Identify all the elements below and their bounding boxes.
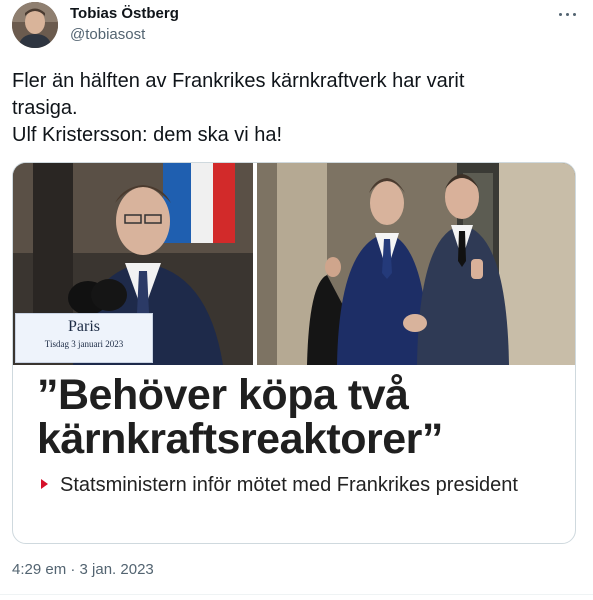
tweet-text: Fler än hälften av Frankrikes kärnkraftv… xyxy=(12,68,572,149)
headline-line: ”Behöver köpa två xyxy=(37,371,409,419)
photo-speaker-at-podium: Paris Tisdag 3 januari 2023 xyxy=(13,163,253,365)
author-display-name[interactable]: Tobias Östberg xyxy=(70,5,179,22)
more-options-button[interactable] xyxy=(552,2,582,26)
more-icon xyxy=(558,12,562,16)
tweet-timestamp[interactable]: 4:29 em · 3 jan. 2023 xyxy=(12,561,154,578)
card-headline: ”Behöver köpa två kärnkraftsreaktorer” xyxy=(37,373,567,461)
card-subline: Statsministern inför mötet med Frankrike… xyxy=(37,472,537,499)
podium-sign: Paris Tisdag 3 januari 2023 xyxy=(15,313,153,363)
divider xyxy=(0,594,593,595)
headline-line: kärnkraftsreaktorer” xyxy=(37,415,443,463)
tweet-text-line: Ulf Kristersson: dem ska vi ha! xyxy=(12,124,283,146)
sign-date: Tisdag 3 januari 2023 xyxy=(44,339,124,349)
tweet-text-line: Fler än hälften av Frankrikes kärnkraftv… xyxy=(12,70,465,92)
red-triangle-icon xyxy=(41,478,48,489)
media-card[interactable]: Paris Tisdag 3 januari 2023 ”Behöver köp… xyxy=(12,162,576,544)
avatar-image xyxy=(12,2,58,48)
tweet-text-line: trasiga. xyxy=(12,97,78,119)
subline-text: Statsministern inför mötet med Frankrike… xyxy=(60,474,518,496)
card-photos: Paris Tisdag 3 januari 2023 xyxy=(13,163,575,365)
photo-handshake xyxy=(257,163,575,365)
avatar[interactable] xyxy=(12,2,58,48)
author-handle[interactable]: @tobiasost xyxy=(70,26,145,43)
sign-city: Paris xyxy=(68,318,100,335)
